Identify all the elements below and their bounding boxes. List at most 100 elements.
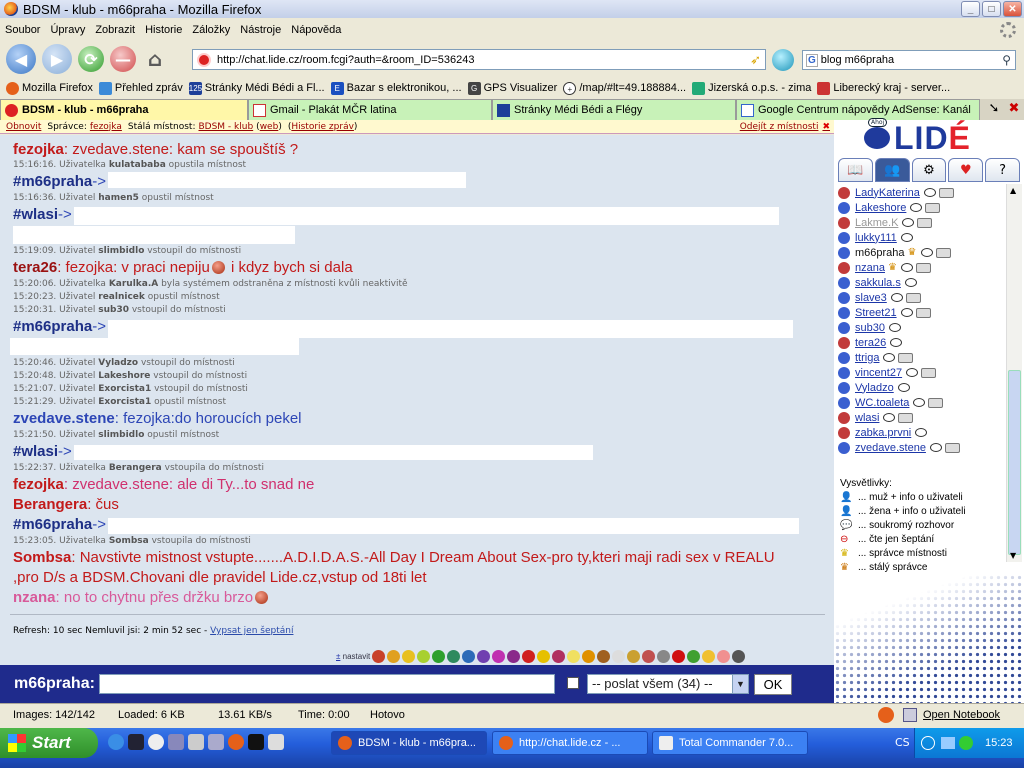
menu-file[interactable]: Soubor [0, 24, 45, 36]
message-nick[interactable]: nzana [13, 589, 56, 606]
user-name[interactable]: sub30 [855, 322, 885, 334]
camera-icon[interactable] [935, 247, 951, 258]
user-name[interactable]: nzana [855, 262, 885, 274]
menu-view[interactable]: Zobrazit [90, 24, 140, 36]
user-list-item[interactable]: Street21 [838, 305, 1006, 320]
user-list-item[interactable]: tera26 [838, 335, 1006, 350]
emoticon-icon[interactable] [657, 649, 671, 663]
close-button[interactable]: ✕ [1003, 1, 1022, 17]
emoticon-icon[interactable] [672, 649, 686, 663]
message-nick[interactable]: #m66praha [13, 318, 92, 335]
emoticon-icon[interactable] [537, 649, 551, 663]
menu-history[interactable]: Historie [140, 24, 187, 36]
menu-tools[interactable]: Nástroje [235, 24, 286, 36]
camera-icon[interactable] [905, 292, 921, 303]
firefox-icon[interactable] [228, 734, 244, 750]
emoticon-icon[interactable] [522, 649, 536, 663]
bookmark-item[interactable]: Mozilla Firefox [6, 81, 93, 95]
bookmark-star-icon[interactable]: ➶ [750, 52, 761, 68]
user-list-item[interactable]: nzana ♛ [838, 260, 1006, 275]
private-chat-icon[interactable] [888, 323, 901, 332]
back-button[interactable]: ◀ [6, 44, 36, 74]
private-chat-icon[interactable] [923, 188, 936, 197]
room-link[interactable]: BDSM - klub [198, 122, 253, 132]
user-name[interactable]: zabka.prvni [855, 427, 911, 439]
male-icon[interactable] [838, 396, 850, 409]
user-name[interactable]: LadyKaterina [855, 187, 920, 199]
send-button[interactable]: OK [754, 674, 792, 695]
message-nick[interactable]: #wlasi [13, 206, 58, 223]
whisper-only-link[interactable]: Vypsat jen šeptání [210, 626, 293, 636]
male-icon[interactable] [838, 246, 850, 259]
emoticon-icon[interactable] [567, 649, 581, 663]
user-list-item[interactable]: Lakeshore [838, 200, 1006, 215]
user-name[interactable]: WC.toaleta [855, 397, 909, 409]
private-chat-icon[interactable] [883, 413, 896, 422]
tray-chevron-icon[interactable] [921, 736, 935, 750]
user-name[interactable]: zvedave.stene [855, 442, 926, 454]
male-icon[interactable] [838, 231, 850, 244]
search-magnifier-icon[interactable]: ⚲ [1002, 53, 1011, 67]
user-list-item[interactable]: wlasi [838, 410, 1006, 425]
camera-icon[interactable] [944, 442, 960, 453]
user-list-item[interactable]: vincent27 [838, 365, 1006, 380]
user-list-item[interactable]: Lakme.K [838, 215, 1006, 230]
recipient-select[interactable]: -- poslat všem (34) -- ▼ [587, 674, 749, 694]
scrollbar-thumb[interactable] [1008, 370, 1021, 555]
media-icon[interactable] [148, 734, 164, 750]
home-button[interactable]: ⌂ [142, 46, 168, 72]
private-chat-icon[interactable] [902, 218, 915, 227]
bookmark-item[interactable]: Liberecký kraj - server... [817, 81, 950, 95]
user-name[interactable]: wlasi [855, 412, 879, 424]
message-nick[interactable]: #wlasi [13, 443, 58, 460]
google-icon[interactable]: G [806, 53, 818, 67]
emoticon-icon[interactable] [642, 649, 656, 663]
camera-icon[interactable] [898, 412, 914, 423]
message-input[interactable] [99, 674, 555, 694]
tab-help-icon[interactable]: ? [985, 158, 1020, 182]
tab-medi-bedi[interactable]: Stránky Médi Bédi a Flégy [492, 99, 736, 120]
tab-bdsm-klub[interactable]: BDSM - klub - m66praha [0, 99, 248, 120]
search-input[interactable]: G blog m66praha ⚲ [802, 50, 1016, 70]
language-indicator[interactable]: CS [895, 736, 910, 749]
female-icon[interactable] [838, 261, 850, 274]
bookmark-item[interactable]: E Bazar s elektronikou, ... [330, 81, 462, 95]
bookmark-item[interactable]: 125 Stránky Médi Bédi a Fl... [188, 81, 325, 95]
refresh-link[interactable]: Obnovit [6, 122, 41, 132]
female-icon[interactable] [838, 426, 850, 439]
app-icon[interactable] [168, 734, 184, 750]
emoticon-icon[interactable] [417, 649, 431, 663]
user-list-item[interactable]: lukky111 [838, 230, 1006, 245]
chat-messages[interactable]: fezojka: zvedave.stene: kam se spouštíš … [0, 135, 834, 665]
private-chat-icon[interactable] [910, 203, 923, 212]
emoticon-icon[interactable] [612, 649, 626, 663]
emoticon-icon[interactable] [432, 649, 446, 663]
user-list-item[interactable]: m66praha ♛ [838, 245, 1006, 260]
user-name[interactable]: Lakme.K [855, 217, 898, 229]
message-nick[interactable]: #m66praha [13, 516, 92, 533]
bookmark-item[interactable]: Přehled zpráv [98, 81, 183, 95]
history-link[interactable]: Historie zpráv [291, 122, 354, 132]
close-tab-icon[interactable]: ✖ [1006, 101, 1022, 117]
male-icon[interactable] [838, 381, 850, 394]
user-list-item[interactable]: slave3 [838, 290, 1006, 305]
user-name[interactable]: lukky111 [855, 232, 897, 244]
emoticon-settings-link[interactable]: nastavit [343, 652, 371, 661]
user-list-item[interactable]: ttriga [838, 350, 1006, 365]
maximize-button[interactable]: □ [982, 1, 1001, 17]
camera-icon[interactable] [938, 187, 954, 198]
private-chat-icon[interactable] [900, 263, 913, 272]
reload-button[interactable]: ⟳ [78, 46, 104, 72]
scroll-up-icon[interactable]: ▲ [1010, 186, 1016, 195]
user-name[interactable]: Street21 [855, 307, 897, 319]
ie-icon[interactable] [108, 734, 124, 750]
window-titlebar[interactable]: BDSM - klub - m66praha - Mozilla Firefox… [0, 0, 1024, 18]
cmd-icon[interactable] [248, 734, 264, 750]
taskbar-item-total-commander[interactable]: Total Commander 7.0... [652, 731, 808, 755]
private-chat-icon[interactable] [897, 383, 910, 392]
emoticon-icon[interactable] [477, 649, 491, 663]
menu-bookmarks[interactable]: Záložky [187, 24, 235, 36]
private-chat-icon[interactable] [890, 293, 903, 302]
user-name[interactable]: tera26 [855, 337, 886, 349]
admin-link[interactable]: fezojka [90, 122, 122, 132]
